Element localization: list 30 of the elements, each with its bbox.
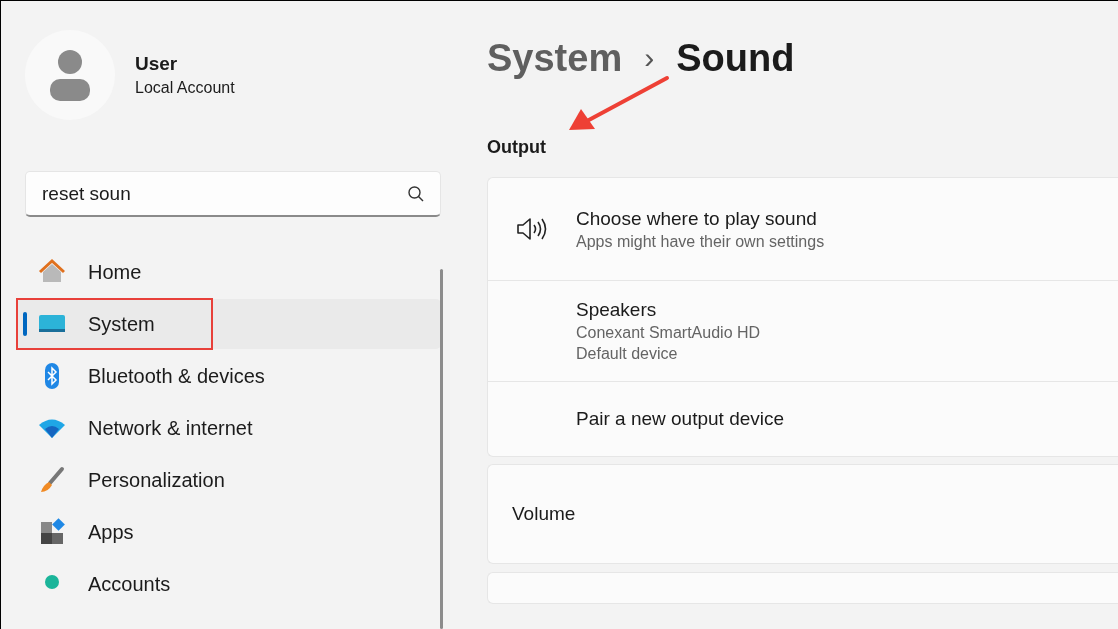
nav-item[interactable]: Network & internet: [17, 403, 441, 453]
nav-item[interactable]: Personalization: [17, 455, 441, 505]
scrollbar[interactable]: [440, 269, 443, 629]
nav-item[interactable]: Apps: [17, 507, 441, 557]
user-silhouette-icon: [50, 49, 90, 101]
paintbrush-icon: [38, 466, 66, 494]
nav-item[interactable]: System: [17, 299, 441, 349]
nav-item[interactable]: Bluetooth & devices: [17, 351, 441, 401]
row-description: Apps might have their own settings: [576, 232, 825, 251]
row-title: Pair a new output device: [576, 408, 785, 430]
breadcrumb-parent[interactable]: System: [487, 36, 623, 80]
settings-row[interactable]: Choose where to play sound Apps might have their own settings: [488, 178, 1118, 280]
breadcrumb-separator: ›: [644, 41, 655, 75]
page-title: Sound: [676, 36, 795, 80]
volume-label: Volume: [512, 503, 576, 525]
speaker-icon: [516, 216, 548, 242]
section-heading: Output: [487, 137, 546, 157]
account-type: Local Account: [135, 79, 235, 97]
nav-item[interactable]: Accounts: [17, 559, 441, 609]
nav-item[interactable]: Home: [17, 247, 441, 297]
row-description: Conexant SmartAudio HD: [576, 324, 761, 342]
settings-row[interactable]: Speakers Conexant SmartAudio HD Default device: [488, 280, 1118, 381]
settings-row[interactable]: Pair a new output device: [488, 381, 1118, 456]
row-title: Choose where to play sound: [576, 207, 818, 230]
row-description: Default device: [576, 345, 679, 363]
apps-icon: [38, 518, 66, 546]
search-field[interactable]: reset soun: [25, 171, 441, 217]
search-icon[interactable]: [407, 185, 425, 203]
account-name: User: [135, 53, 179, 75]
row-title: Speakers: [576, 299, 658, 321]
